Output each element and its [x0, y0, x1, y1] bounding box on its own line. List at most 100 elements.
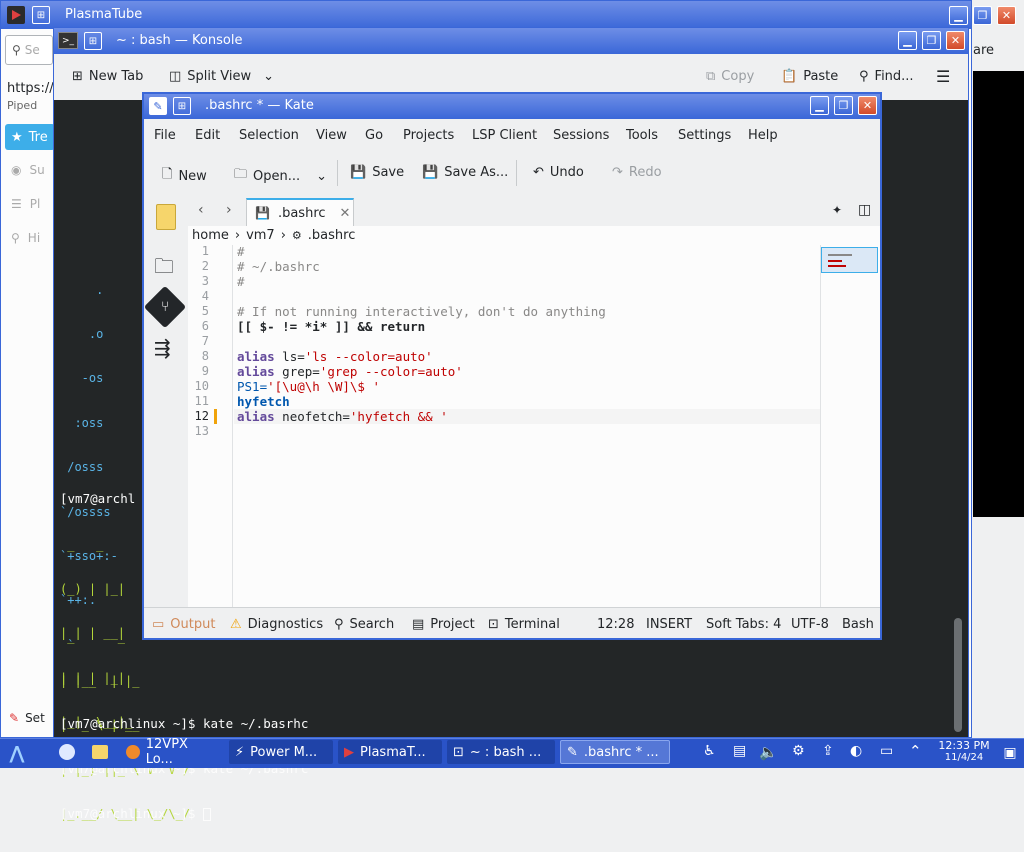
sidebar-item-playlists[interactable]: ☰ Pl — [11, 197, 40, 211]
file-manager-icon[interactable] — [92, 745, 108, 759]
breadcrumb-vm7[interactable]: vm7 — [246, 228, 275, 243]
kate-close-button[interactable]: ✕ — [858, 96, 877, 115]
syntax-mode[interactable]: Bash — [842, 617, 874, 632]
sidebar-item-subscriptions[interactable]: ◉ Su — [11, 163, 45, 177]
encoding[interactable]: UTF-8 — [791, 617, 829, 632]
plasmatube-close-button[interactable]: ✕ — [997, 6, 1016, 25]
menu-settings[interactable]: Settings — [678, 128, 731, 143]
menu-sessions[interactable]: Sessions — [553, 128, 609, 143]
sidebar-item-trending[interactable]: ★ Tre — [5, 124, 55, 150]
sidebar-item-settings[interactable]: ✎ Set — [9, 711, 45, 725]
cursor-position[interactable]: 12:28 — [597, 617, 634, 632]
clock[interactable]: 12:33 PM 11/4/24 — [936, 740, 992, 764]
sidebar-item-label: Tre — [28, 129, 48, 145]
konsole-title: ~ : bash — Konsole — [116, 33, 243, 48]
kate-menu-icon[interactable]: ⊞ — [173, 97, 191, 115]
input-mode[interactable]: INSERT — [646, 617, 692, 632]
minimap[interactable] — [821, 247, 878, 273]
project-icon: ▤ — [412, 617, 425, 632]
new-tab-button[interactable]: ⊞ New Tab — [72, 69, 143, 84]
battery-icon[interactable]: ▭ — [880, 743, 893, 759]
task-power-management[interactable]: ⚡ Power M... — [229, 740, 333, 764]
menu-help[interactable]: Help — [748, 128, 778, 143]
menu-edit[interactable]: Edit — [195, 128, 220, 143]
menu-view[interactable]: View — [316, 128, 347, 143]
plasmatube-search-box[interactable]: ⚲ Se — [5, 35, 53, 65]
menu-lsp-client[interactable]: LSP Client — [472, 128, 537, 143]
menu-tools[interactable]: Tools — [626, 128, 658, 143]
network-icon[interactable]: ◐ — [850, 743, 862, 759]
tab-back-icon[interactable]: ‹ — [198, 202, 204, 218]
task-plasmatube[interactable]: ▶ PlasmaT... — [338, 740, 442, 764]
show-desktop-icon[interactable] — [59, 744, 75, 760]
tab-forward-icon[interactable]: › — [226, 202, 232, 218]
redo-button[interactable]: ↷ Redo — [612, 165, 662, 180]
open-button[interactable]: 🗀 Open... ⌄ — [234, 165, 327, 187]
sidebar-item-history[interactable]: ⚲ Hi — [11, 231, 40, 245]
task-firefox[interactable]: 12VPX Lo... — [120, 737, 224, 767]
indentation-setting[interactable]: Soft Tabs: 4 — [706, 617, 781, 632]
plasmatube-minimize-button[interactable]: ▁ — [949, 6, 968, 25]
pin-icon[interactable]: ✦ — [832, 203, 842, 217]
plasmatube-right-label: are — [973, 43, 995, 58]
task-kate[interactable]: ✎ .bashrc * ... — [560, 740, 670, 764]
peek-desktop-button[interactable]: ▣ — [1000, 742, 1020, 764]
menu-selection[interactable]: Selection — [239, 128, 299, 143]
konsole-titlebar[interactable]: >_ ⊞ ~ : bash — Konsole ▁ ❐ ✕ — [54, 28, 968, 54]
task-konsole[interactable]: ⊡ ~ : bash ... — [447, 740, 555, 764]
documents-icon[interactable] — [156, 204, 176, 230]
menu-go[interactable]: Go — [365, 128, 383, 143]
konsole-maximize-button[interactable]: ❐ — [922, 31, 941, 50]
paste-button[interactable]: 📋 Paste — [781, 69, 838, 84]
search-tab[interactable]: ⚲ Search — [334, 617, 394, 632]
konsole-menu-icon[interactable]: ⊞ — [84, 32, 102, 50]
plasmatube-menu-icon[interactable]: ⊞ — [32, 6, 50, 24]
filesystem-browser-icon[interactable]: 🗀 — [154, 252, 174, 286]
folder-open-icon: 🗀 — [234, 167, 248, 182]
project-tab[interactable]: ▤ Project — [412, 617, 475, 632]
git-icon[interactable]: ⑂ — [143, 285, 187, 329]
undo-button[interactable]: ↶ Undo — [533, 165, 584, 180]
code-line: alias ls='ls --color=auto' — [237, 349, 433, 364]
konsole-minimize-button[interactable]: ▁ — [898, 31, 917, 50]
terminal-commands[interactable]: [vm7@archlinux ~]$ kate ~/.basrhc [vm7@a… — [60, 686, 308, 851]
terminal-icon: ⊡ — [488, 617, 499, 632]
menu-file[interactable]: File — [154, 128, 176, 143]
save-button[interactable]: 💾 Save — [350, 165, 404, 180]
terminal-scrollbar[interactable] — [954, 618, 962, 732]
code-line: # — [237, 244, 245, 259]
settings-icon[interactable]: ⚙ — [792, 743, 805, 759]
tab-bashrc[interactable]: 💾 .bashrc ✕ — [246, 198, 354, 226]
diagnostics-tab[interactable]: ⚠ Diagnostics — [230, 617, 323, 632]
kate-maximize-button[interactable]: ❐ — [834, 96, 853, 115]
hamburger-menu-icon[interactable]: ☰ — [936, 67, 950, 86]
find-button[interactable]: ⚲ Find... — [859, 69, 914, 84]
kate-minimize-button[interactable]: ▁ — [810, 96, 829, 115]
tab-close-icon[interactable]: ✕ — [340, 206, 351, 221]
accessibility-icon[interactable]: ♿ — [703, 743, 716, 759]
split-view-icon: ◫ — [169, 69, 182, 84]
save-as-button[interactable]: 💾 Save As... — [422, 165, 508, 180]
konsole-close-button[interactable]: ✕ — [946, 31, 965, 50]
copy-button[interactable]: ⧉ Copy — [706, 69, 754, 84]
editor-area[interactable] — [188, 245, 880, 607]
terminal-tab[interactable]: ⊡ Terminal — [488, 617, 560, 632]
menu-projects[interactable]: Projects — [403, 128, 454, 143]
application-launcher[interactable]: ⋀ — [6, 741, 28, 765]
clipboard-icon[interactable]: ▤ — [733, 743, 746, 759]
kate-titlebar[interactable]: ✎ ⊞ .bashrc * — Kate ▁ ❐ ✕ — [144, 94, 880, 119]
projects-icon[interactable]: ⇶ — [154, 336, 171, 360]
breadcrumb-home[interactable]: home — [192, 228, 229, 243]
volume-icon[interactable]: 🔈 — [759, 743, 778, 761]
plasmatube-titlebar[interactable]: ⊞ PlasmaTube ▁ — [1, 1, 971, 29]
split-icon[interactable]: ◫ — [858, 202, 871, 218]
split-view-button[interactable]: ◫ Split View ⌄ — [169, 69, 274, 84]
plasmatube-maximize-button[interactable]: ❐ — [973, 6, 992, 25]
new-button[interactable]: 🗋 New — [162, 165, 207, 187]
breadcrumb-file[interactable]: .bashrc — [308, 228, 356, 243]
output-tab[interactable]: ▭ Output — [152, 617, 215, 632]
code-line: PS1='[\u@\h \W]\$ ' — [237, 379, 380, 394]
updates-icon[interactable]: ⇪ — [822, 743, 834, 759]
clock-date: 11/4/24 — [944, 752, 984, 763]
chevron-up-icon[interactable]: ⌃ — [909, 742, 922, 760]
